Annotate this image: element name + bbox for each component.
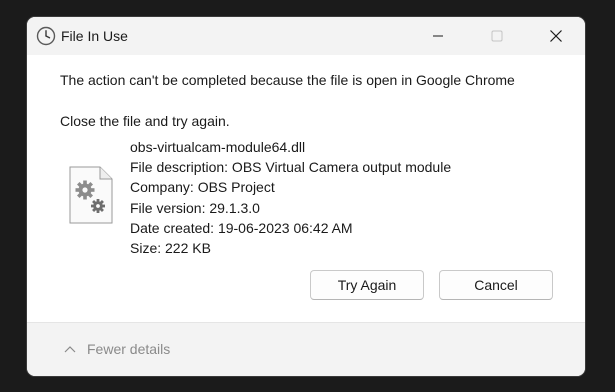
file-version: File version: 29.1.3.0 <box>130 199 260 216</box>
dll-file-gears-icon <box>68 166 114 224</box>
maximize-icon <box>491 30 503 42</box>
close-icon <box>550 30 562 42</box>
file-name: obs-virtualcam-module64.dll <box>130 139 306 155</box>
error-message: The action can't be completed because th… <box>60 72 515 88</box>
title-bar[interactable]: File In Use <box>27 17 585 55</box>
try-again-button[interactable]: Try Again <box>310 270 424 300</box>
minimize-icon <box>433 35 443 37</box>
cancel-button[interactable]: Cancel <box>439 270 553 300</box>
file-size: Size: 222 KB <box>130 240 211 257</box>
maximize-button <box>474 17 520 55</box>
chevron-up-icon <box>64 346 76 353</box>
close-button[interactable] <box>533 17 579 55</box>
fewer-details-label: Fewer details <box>87 341 171 357</box>
instruction-text: Close the file and try again. <box>60 113 230 129</box>
file-description: File description: OBS Virtual Camera out… <box>130 159 452 176</box>
window-title: File In Use <box>61 28 128 44</box>
fewer-details-toggle[interactable]: Fewer details <box>64 341 170 357</box>
file-date-created: Date created: 19-06-2023 06:42 AM <box>130 219 353 236</box>
file-company: Company: OBS Project <box>130 179 275 196</box>
clock-icon <box>36 26 56 46</box>
file-in-use-dialog: File In Use The action can't be complete… <box>27 17 585 376</box>
dialog-footer: Fewer details <box>27 323 585 376</box>
file-details: obs-virtualcam-module64.dll File descrip… <box>130 137 451 258</box>
minimize-button[interactable] <box>415 17 461 55</box>
